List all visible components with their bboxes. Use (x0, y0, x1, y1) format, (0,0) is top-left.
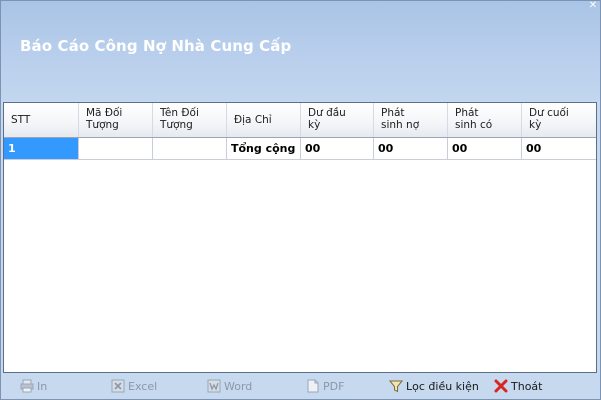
word-label: Word (224, 380, 253, 393)
column-header-label: Tượng (86, 119, 119, 131)
bottom-toolbar: In Excel Word PDF Lọc điều kiện Thoát (1, 375, 600, 399)
column-header-label: Tượng (160, 119, 193, 131)
report-grid[interactable]: STT Mã Đối Tượng Tên Đối Tượng Địa Chỉ D… (3, 102, 597, 373)
cell-dia-chi[interactable]: Tổng cộng (227, 138, 301, 159)
column-header-dia-chi[interactable]: Địa Chỉ (227, 103, 301, 137)
cell-ten-doi-tuong[interactable] (153, 138, 227, 159)
excel-icon (111, 379, 125, 393)
print-button[interactable]: In (20, 378, 47, 396)
column-header-label: Phát (381, 107, 405, 119)
column-header-label: Dư cuối (529, 107, 569, 119)
cell-phat-sinh-co[interactable]: 00 (448, 138, 522, 159)
close-icon[interactable]: ✕ (588, 1, 598, 11)
export-word-button[interactable]: Word (207, 378, 252, 396)
grid-header: STT Mã Đối Tượng Tên Đối Tượng Địa Chỉ D… (4, 103, 596, 138)
pdf-icon (307, 379, 319, 393)
page-title: Báo Cáo Công Nợ Nhà Cung Cấp (20, 37, 292, 55)
exit-button[interactable]: Thoát (494, 378, 542, 396)
column-header-label: Mã Đối (86, 107, 123, 119)
exit-label: Thoát (511, 380, 543, 393)
table-row[interactable]: 1 Tổng cộng 00 00 00 00 (4, 138, 596, 160)
column-header-label: sinh nợ (381, 119, 420, 131)
column-header-label: Dư đầu (308, 107, 346, 119)
cell-du-cuoi-ky[interactable]: 00 (522, 138, 596, 159)
column-header-label: sinh có (455, 119, 493, 131)
column-header-phat-sinh-no[interactable]: Phát sinh nợ (374, 103, 448, 137)
column-header-label: Phát (455, 107, 479, 119)
printer-icon (20, 379, 34, 393)
filter-button[interactable]: Lọc điều kiện (389, 378, 479, 396)
red-x-icon (494, 379, 508, 393)
cell-stt[interactable]: 1 (4, 138, 79, 159)
pdf-label: PDF (323, 380, 345, 393)
column-header-label: kỳ (529, 119, 542, 131)
cell-ma-doi-tuong[interactable] (79, 138, 153, 159)
column-header-label: STT (11, 114, 31, 126)
column-header-label: Địa Chỉ (234, 114, 272, 126)
column-header-label: Tên Đối (160, 107, 199, 119)
column-header-label: kỳ (308, 119, 321, 131)
header-banner: Báo Cáo Công Nợ Nhà Cung Cấp ✕ (1, 1, 600, 101)
column-header-phat-sinh-co[interactable]: Phát sinh có (448, 103, 522, 137)
excel-label: Excel (128, 380, 158, 393)
export-pdf-button[interactable]: PDF (306, 378, 344, 396)
column-header-ma-doi-tuong[interactable]: Mã Đối Tượng (79, 103, 153, 137)
column-header-du-dau-ky[interactable]: Dư đầu kỳ (301, 103, 374, 137)
column-header-stt[interactable]: STT (4, 103, 79, 137)
export-excel-button[interactable]: Excel (111, 378, 157, 396)
word-icon (207, 379, 221, 393)
cell-du-dau-ky[interactable]: 00 (301, 138, 374, 159)
column-header-ten-doi-tuong[interactable]: Tên Đối Tượng (153, 103, 227, 137)
cell-phat-sinh-no[interactable]: 00 (374, 138, 448, 159)
print-label: In (37, 380, 48, 393)
filter-label: Lọc điều kiện (406, 380, 479, 393)
column-header-du-cuoi-ky[interactable]: Dư cuối kỳ (522, 103, 596, 137)
funnel-icon (389, 380, 403, 393)
report-window: Báo Cáo Công Nợ Nhà Cung Cấp ✕ STT Mã Đố… (0, 0, 601, 400)
